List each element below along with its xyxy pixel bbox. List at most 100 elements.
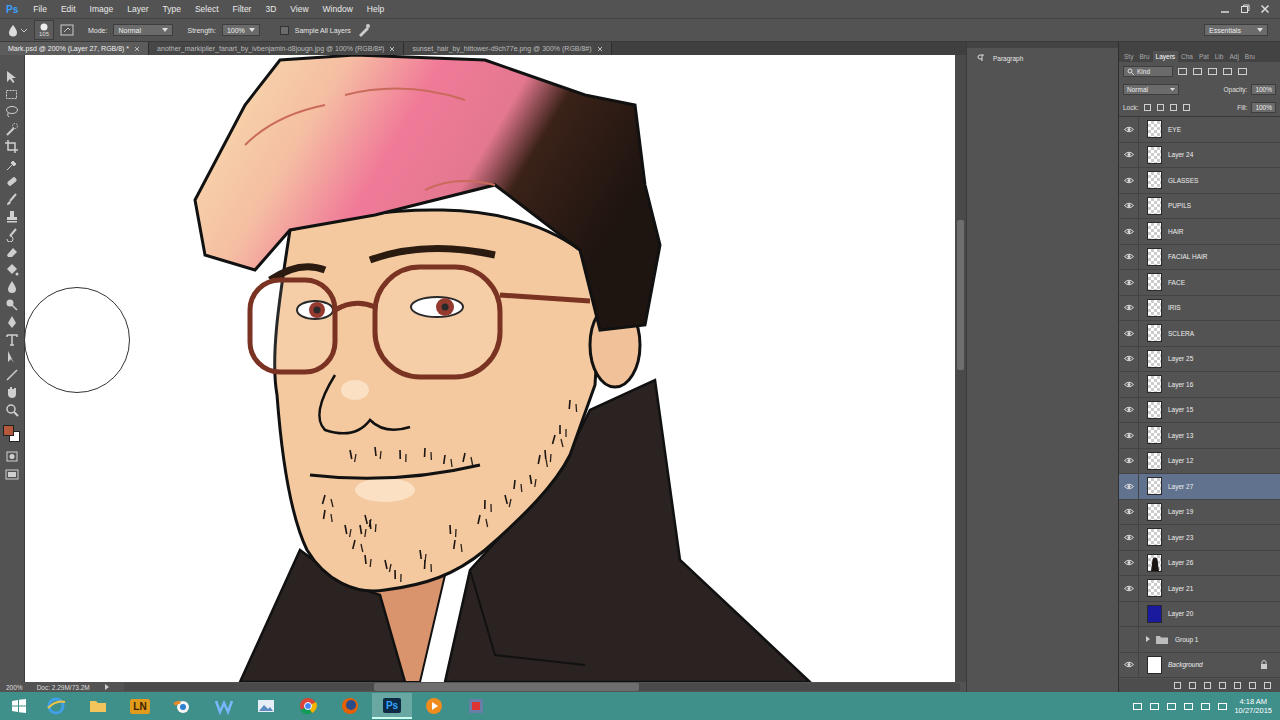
- panel-tab[interactable]: Pat: [1196, 51, 1212, 62]
- tool-button[interactable]: [4, 449, 20, 465]
- close-tab-icon[interactable]: [389, 46, 395, 52]
- visibility-toggle[interactable]: [1119, 347, 1139, 372]
- layer-row[interactable]: Layer 16: [1119, 372, 1280, 398]
- power-icon[interactable]: [1217, 701, 1228, 712]
- workspace-dropdown[interactable]: Essentials: [1204, 24, 1268, 36]
- layer-row[interactable]: HAIR: [1119, 219, 1280, 245]
- horizontal-scrollbar[interactable]: [124, 683, 960, 691]
- tool-button[interactable]: [4, 402, 20, 418]
- layer-row[interactable]: EYE: [1119, 117, 1280, 143]
- zoom-level[interactable]: 200%: [6, 684, 23, 691]
- visibility-toggle[interactable]: [1119, 551, 1139, 576]
- layer-row[interactable]: Layer 27: [1119, 474, 1280, 500]
- visibility-toggle[interactable]: [1119, 143, 1139, 168]
- tool-button[interactable]: [4, 157, 20, 173]
- panel-tab[interactable]: Bru: [1242, 51, 1258, 62]
- layer-row[interactable]: Background: [1119, 653, 1280, 679]
- pixel-filter-icon[interactable]: [1177, 67, 1188, 76]
- layer-row[interactable]: Layer 21: [1119, 576, 1280, 602]
- panel-tab[interactable]: Sty: [1121, 51, 1136, 62]
- flag-icon[interactable]: [1166, 701, 1177, 712]
- tool-button[interactable]: [4, 349, 20, 365]
- document-tab[interactable]: another_markiplier_fanart_by_ivbenjamin-…: [149, 42, 404, 55]
- menu-item[interactable]: Edit: [54, 4, 83, 14]
- tool-button[interactable]: [4, 467, 20, 483]
- visibility-toggle[interactable]: [1119, 398, 1139, 423]
- new-layer-icon[interactable]: [1248, 681, 1257, 690]
- layer-row[interactable]: Layer 24: [1119, 143, 1280, 169]
- blend-mode-dropdown[interactable]: Normal: [1123, 84, 1179, 95]
- sample-all-layers-checkbox[interactable]: [280, 26, 289, 35]
- volume-icon[interactable]: [1200, 701, 1211, 712]
- fill-field[interactable]: 100%: [1251, 102, 1276, 113]
- tool-button[interactable]: [4, 87, 20, 103]
- vertical-scrollbar[interactable]: [955, 55, 966, 682]
- expand-arrow-icon[interactable]: [104, 684, 110, 690]
- new-group-icon[interactable]: [1233, 681, 1242, 690]
- adjustment-filter-icon[interactable]: [1192, 67, 1203, 76]
- scroll-thumb[interactable]: [374, 683, 639, 691]
- taskbar-app[interactable]: [162, 693, 202, 719]
- opacity-field[interactable]: 100%: [1251, 84, 1276, 95]
- menu-item[interactable]: 3D: [258, 4, 283, 14]
- menu-item[interactable]: File: [26, 4, 54, 14]
- close-icon[interactable]: [1260, 4, 1270, 14]
- visibility-toggle[interactable]: [1119, 168, 1139, 193]
- visibility-toggle[interactable]: [1119, 296, 1139, 321]
- tool-button[interactable]: [4, 262, 20, 278]
- layer-row[interactable]: Layer 23: [1119, 525, 1280, 551]
- menu-item[interactable]: View: [283, 4, 315, 14]
- layer-row[interactable]: Layer 20: [1119, 602, 1280, 628]
- lock-all-icon[interactable]: [1182, 103, 1191, 112]
- adjustment-icon[interactable]: [1218, 681, 1227, 690]
- type-filter-icon[interactable]: [1207, 67, 1218, 76]
- layer-row[interactable]: Layer 12: [1119, 449, 1280, 475]
- layer-row[interactable]: Layer 13: [1119, 423, 1280, 449]
- mode-dropdown[interactable]: Normal: [113, 24, 173, 36]
- tool-button[interactable]: [4, 139, 20, 155]
- tool-button[interactable]: [4, 104, 20, 120]
- tool-button[interactable]: [4, 192, 20, 208]
- layer-row[interactable]: GLASSES: [1119, 168, 1280, 194]
- visibility-toggle[interactable]: [1119, 117, 1139, 142]
- layer-row[interactable]: IRIS: [1119, 296, 1280, 322]
- visibility-toggle[interactable]: [1119, 423, 1139, 448]
- taskbar-app[interactable]: [456, 693, 496, 719]
- menu-item[interactable]: Layer: [120, 4, 155, 14]
- document-tab[interactable]: Mark.psd @ 200% (Layer 27, RGB/8) *: [0, 42, 149, 55]
- pressure-icon[interactable]: [357, 23, 371, 37]
- taskbar-app[interactable]: [246, 693, 286, 719]
- minimize-icon[interactable]: [1220, 4, 1230, 14]
- taskbar-app[interactable]: LN: [120, 693, 160, 719]
- visibility-toggle[interactable]: [1119, 500, 1139, 525]
- close-tab-icon[interactable]: [134, 46, 140, 52]
- panel-tab[interactable]: Lib: [1212, 51, 1227, 62]
- visibility-toggle[interactable]: [1119, 576, 1139, 601]
- taskbar-app[interactable]: [36, 693, 76, 719]
- brush-preset[interactable]: 105: [34, 20, 54, 40]
- foreground-color[interactable]: [3, 425, 14, 436]
- tool-button[interactable]: [4, 297, 20, 313]
- show-hidden-icon[interactable]: [1149, 701, 1160, 712]
- menu-item[interactable]: Filter: [226, 4, 259, 14]
- panel-tab[interactable]: Bru: [1136, 51, 1152, 62]
- layer-row[interactable]: SCLERA: [1119, 321, 1280, 347]
- menu-item[interactable]: Select: [188, 4, 226, 14]
- smart-filter-icon[interactable]: [1237, 67, 1248, 76]
- visibility-toggle[interactable]: [1119, 372, 1139, 397]
- tool-button[interactable]: [4, 279, 20, 295]
- tool-button[interactable]: [4, 367, 20, 383]
- taskbar-app[interactable]: [204, 693, 244, 719]
- tool-button[interactable]: [4, 69, 20, 85]
- brush-panel-icon[interactable]: [60, 23, 74, 37]
- menu-item[interactable]: Type: [155, 4, 187, 14]
- tool-button[interactable]: [4, 332, 20, 348]
- menu-item[interactable]: Image: [83, 4, 121, 14]
- strength-field[interactable]: 100%: [222, 24, 260, 36]
- expand-toggle[interactable]: [1145, 636, 1151, 642]
- tool-button[interactable]: [4, 174, 20, 190]
- panel-tab[interactable]: Cha: [1178, 51, 1196, 62]
- fx-icon[interactable]: [1188, 681, 1197, 690]
- network-icon[interactable]: [1183, 701, 1194, 712]
- filter-dropdown[interactable]: Kind: [1123, 66, 1173, 77]
